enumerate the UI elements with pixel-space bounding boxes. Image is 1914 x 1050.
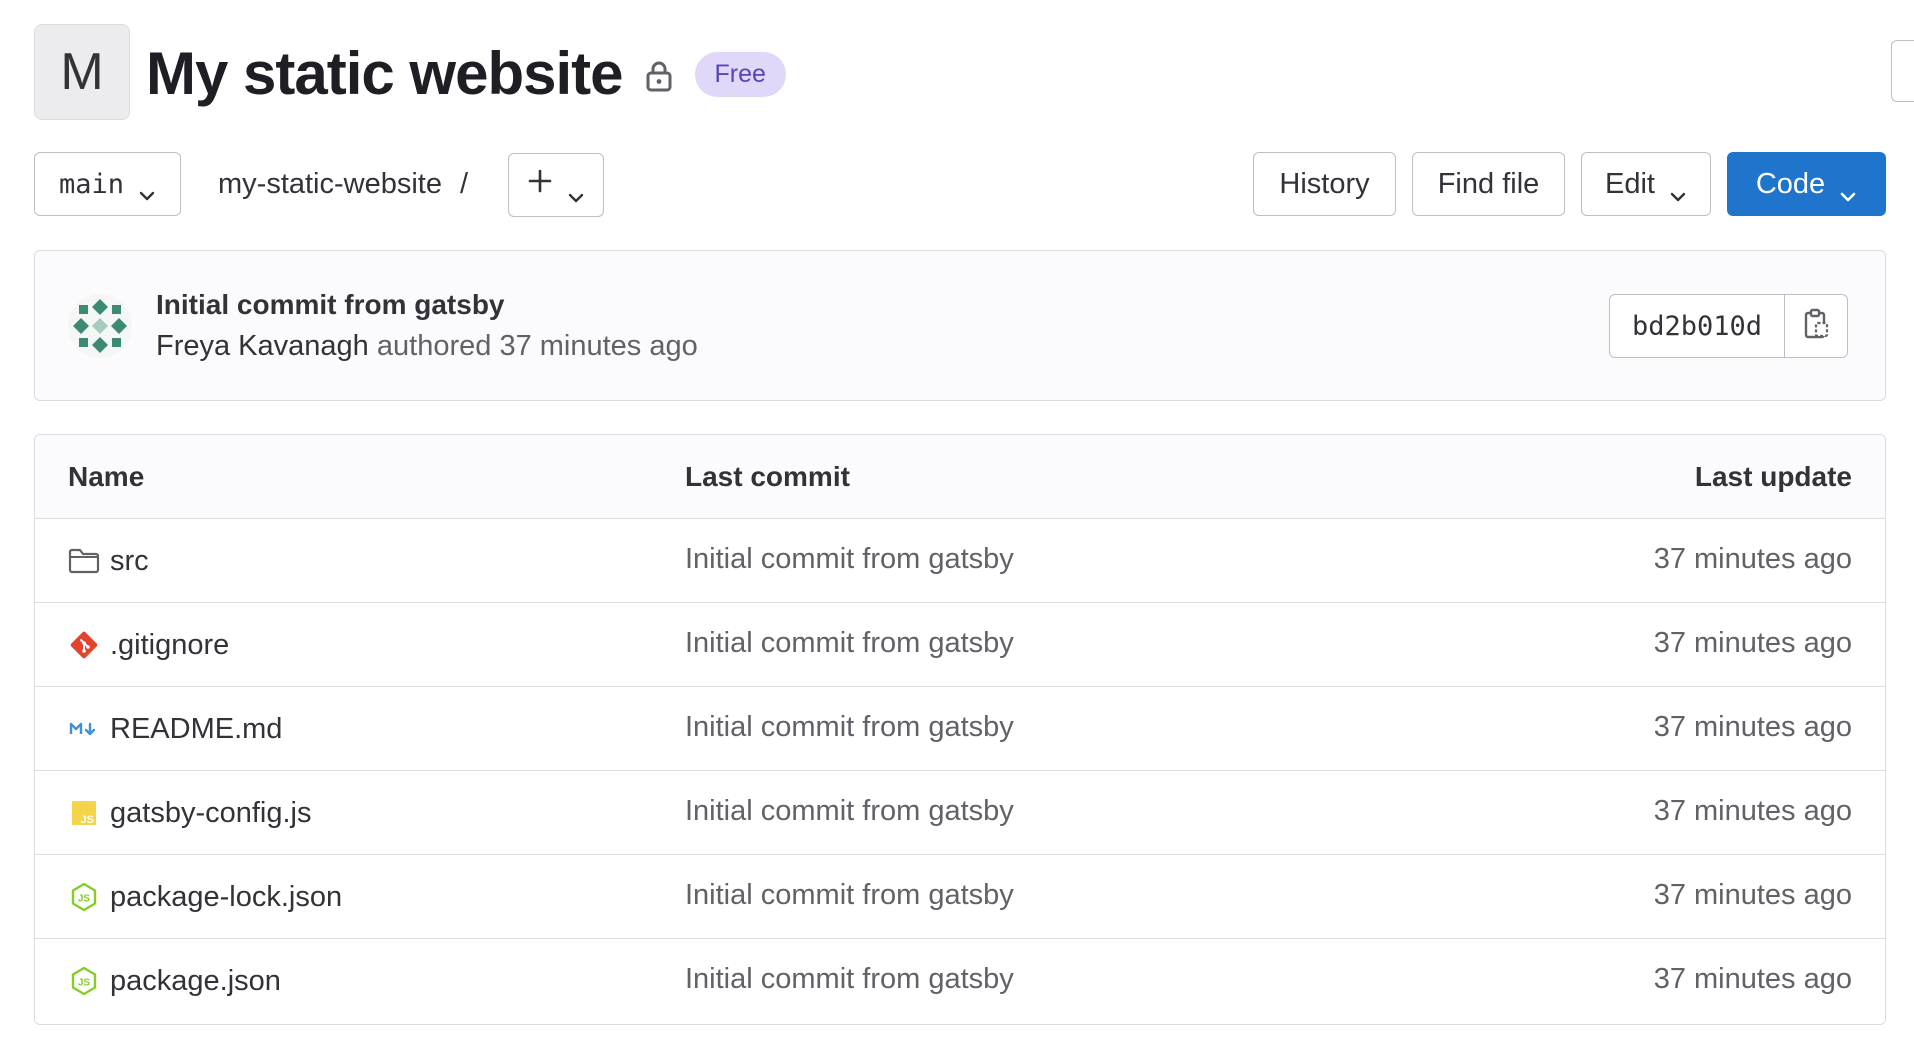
svg-text:JS: JS (81, 814, 94, 826)
plan-badge[interactable]: Free (694, 51, 786, 97)
history-button[interactable]: History (1253, 152, 1396, 216)
svg-text:JS: JS (78, 894, 91, 905)
commit-author-link[interactable]: Freya Kavanagh (156, 330, 369, 362)
file-name-link[interactable]: README.md (68, 687, 282, 771)
table-header: Name Last commit Last update (35, 435, 1885, 519)
table-row[interactable]: src Initial commit from gatsby 37 minute… (35, 519, 1885, 603)
project-header: My static website Free (146, 34, 786, 114)
find-file-button[interactable]: Find file (1412, 152, 1565, 216)
chevron-down-icon (567, 179, 585, 203)
breadcrumb-separator: / (460, 167, 469, 200)
table-row[interactable]: JS package.json Initial commit from gats… (35, 939, 1885, 1023)
last-commit-panel: Initial commit from gatsby Freya Kavanag… (34, 250, 1886, 401)
row-last-update: 37 minutes ago (1653, 711, 1852, 743)
edit-dropdown-button[interactable]: Edit (1581, 152, 1711, 216)
row-last-update: 37 minutes ago (1653, 627, 1852, 659)
column-header-last-update: Last update (1694, 461, 1852, 492)
column-header-last-commit: Last commit (685, 461, 850, 492)
table-row[interactable]: .gitignore Initial commit from gatsby 37… (35, 603, 1885, 687)
file-name: src (110, 544, 149, 577)
author-avatar[interactable] (67, 293, 133, 359)
branch-name: main (58, 168, 125, 200)
row-commit-link[interactable]: Initial commit from gatsby (685, 543, 1014, 576)
code-dropdown-button[interactable]: Code (1727, 152, 1886, 216)
breadcrumb: my-static-website / (218, 152, 468, 216)
column-header-name: Name (68, 461, 145, 492)
file-tree-table: Name Last commit Last update src Initial… (34, 434, 1886, 1025)
row-last-update: 37 minutes ago (1653, 543, 1852, 575)
chevron-down-icon (1839, 178, 1857, 202)
markdown-icon (68, 713, 100, 745)
commit-sha-link[interactable]: bd2b010d (1610, 295, 1786, 357)
commit-meta: Freya Kavanagh authored 37 minutes ago (156, 330, 698, 363)
chevron-down-icon (1669, 178, 1687, 202)
code-label: Code (1755, 167, 1826, 200)
folder-icon (68, 545, 100, 577)
project-actions-button[interactable] (1891, 40, 1914, 102)
project-avatar-letter: M (60, 43, 104, 101)
file-name: package.json (110, 964, 281, 997)
commit-message-link[interactable]: Initial commit from gatsby (156, 289, 505, 321)
row-commit-link[interactable]: Initial commit from gatsby (685, 879, 1014, 912)
add-to-tree-button[interactable] (508, 153, 604, 217)
page-title: My static website (146, 40, 624, 107)
row-commit-link[interactable]: Initial commit from gatsby (685, 795, 1014, 828)
row-last-update: 37 minutes ago (1653, 795, 1852, 827)
lock-icon (645, 59, 673, 93)
plus-icon (527, 168, 553, 202)
file-name: README.md (110, 712, 283, 745)
edit-label: Edit (1605, 167, 1655, 200)
table-row[interactable]: JS gatsby-config.js Initial commit from … (35, 771, 1885, 855)
nodejs-icon: JS (68, 881, 100, 913)
file-name-link[interactable]: JS package-lock.json (68, 855, 342, 939)
row-last-update: 37 minutes ago (1653, 879, 1852, 911)
commit-time: 37 minutes ago (499, 330, 698, 362)
project-avatar: M (34, 24, 130, 120)
copy-sha-button[interactable] (1785, 295, 1847, 357)
git-icon (68, 629, 100, 661)
row-commit-link[interactable]: Initial commit from gatsby (685, 711, 1014, 744)
row-last-update: 37 minutes ago (1653, 963, 1852, 995)
breadcrumb-repo-link[interactable]: my-static-website (218, 168, 442, 201)
file-name-link[interactable]: src (68, 519, 149, 603)
file-name-link[interactable]: JS gatsby-config.js (68, 771, 312, 855)
row-commit-link[interactable]: Initial commit from gatsby (685, 627, 1014, 660)
nodejs-icon: JS (68, 965, 100, 997)
chevron-down-icon (138, 178, 156, 201)
file-name: .gitignore (110, 628, 230, 661)
file-name: package-lock.json (110, 880, 343, 913)
table-row[interactable]: README.md Initial commit from gatsby 37 … (35, 687, 1885, 771)
clipboard-icon (1802, 308, 1830, 345)
commit-action: authored (376, 330, 492, 362)
row-commit-link[interactable]: Initial commit from gatsby (685, 963, 1014, 996)
branch-selector[interactable]: main (34, 152, 181, 216)
file-name-link[interactable]: .gitignore (68, 603, 229, 687)
table-row[interactable]: JS package-lock.json Initial commit from… (35, 855, 1885, 939)
commit-sha-group: bd2b010d (1609, 294, 1849, 358)
file-name-link[interactable]: JS package.json (68, 939, 281, 1023)
file-name: gatsby-config.js (110, 796, 312, 829)
javascript-icon: JS (68, 797, 100, 829)
svg-text:JS: JS (78, 978, 91, 989)
